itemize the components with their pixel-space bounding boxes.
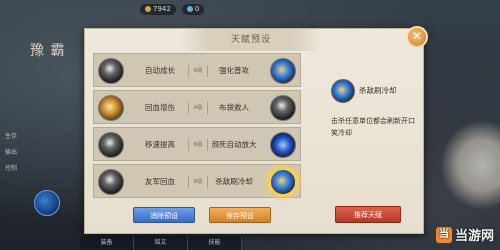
left-tab-survive[interactable]: 生存: [2, 130, 20, 144]
talent-left-label: 移速提高: [145, 140, 175, 149]
talent-icon[interactable]: [98, 169, 124, 195]
gem-icon: [186, 6, 193, 12]
resource-gem: 0: [181, 3, 205, 15]
coin-icon: [145, 6, 151, 12]
talent-left-label: 自动成长: [145, 66, 175, 75]
clear-preset-button[interactable]: 消除预设: [133, 207, 195, 223]
selected-talent-description: 击杀任意单位都会刷新开口笑冷却: [331, 117, 415, 137]
talent-icon[interactable]: [270, 95, 296, 121]
talent-left-label: 回血增伤: [145, 103, 175, 112]
talent-row: 回血增伤 4级 布袋救人: [93, 90, 301, 124]
selected-talent-name: 杀敌刷冷却: [359, 86, 397, 95]
close-button[interactable]: ✕: [406, 26, 428, 48]
resource-bar: 7942 0: [140, 3, 205, 15]
resource-gem-value: 0: [194, 5, 200, 13]
hero-name: 豫 霸: [30, 43, 66, 59]
bottom-tab-skill[interactable]: 技能: [188, 236, 242, 250]
panel-title: 天赋预设: [180, 29, 322, 51]
bottom-tab-equip[interactable]: 装备: [80, 236, 134, 250]
hero-orb-icon: [34, 190, 60, 216]
watermark-logo: 当: [435, 226, 452, 243]
talent-right-label: 布袋救人: [219, 103, 249, 112]
talent-preset-panel: 天赋预设 自动成长 6级 强化普攻 回血增伤 4级 布袋救人 移速提高 6级 濒…: [84, 28, 424, 234]
bottom-tab-rune[interactable]: 铭文: [134, 236, 188, 250]
talent-right-label: 强化普攻: [219, 66, 249, 75]
save-preset-button[interactable]: 保存预设: [209, 207, 271, 223]
talent-left-label: 友军回血: [145, 177, 175, 186]
selected-talent-icon: [331, 79, 355, 103]
ink-decoration: [440, 120, 500, 210]
talent-icon[interactable]: [270, 132, 296, 158]
talent-icon[interactable]: [98, 95, 124, 121]
talent-list: 自动成长 6级 强化普攻 回血增伤 4级 布袋救人 移速提高 6级 濒死自动放大…: [93, 53, 301, 201]
watermark-text: 当游网: [454, 229, 494, 244]
talent-icon[interactable]: [98, 132, 124, 158]
talent-icon[interactable]: [270, 58, 296, 84]
left-tab-output[interactable]: 输出: [2, 146, 20, 160]
talent-right-label: 杀敌刷冷却: [215, 177, 253, 186]
bottom-tabs: 装备 铭文 技能: [80, 236, 242, 250]
recommend-talent-button[interactable]: 推荐天赋: [335, 206, 401, 223]
talent-row: 移速提高 6级 濒死自动放大: [93, 127, 301, 161]
talent-icon[interactable]: [98, 58, 124, 84]
left-tab-control[interactable]: 控制: [2, 162, 20, 176]
resource-gold-value: 7942: [153, 5, 171, 13]
close-icon: ✕: [411, 29, 423, 43]
resource-gold: 7942: [140, 3, 176, 15]
talent-right-label: 濒死自动放大: [211, 140, 257, 149]
talent-icon-selected[interactable]: [270, 169, 296, 195]
talent-row: 友军回血 8级 杀敌刷冷却: [93, 164, 301, 198]
watermark: 当 当游网: [435, 225, 494, 244]
talent-row: 自动成长 6级 强化普攻: [93, 53, 301, 87]
